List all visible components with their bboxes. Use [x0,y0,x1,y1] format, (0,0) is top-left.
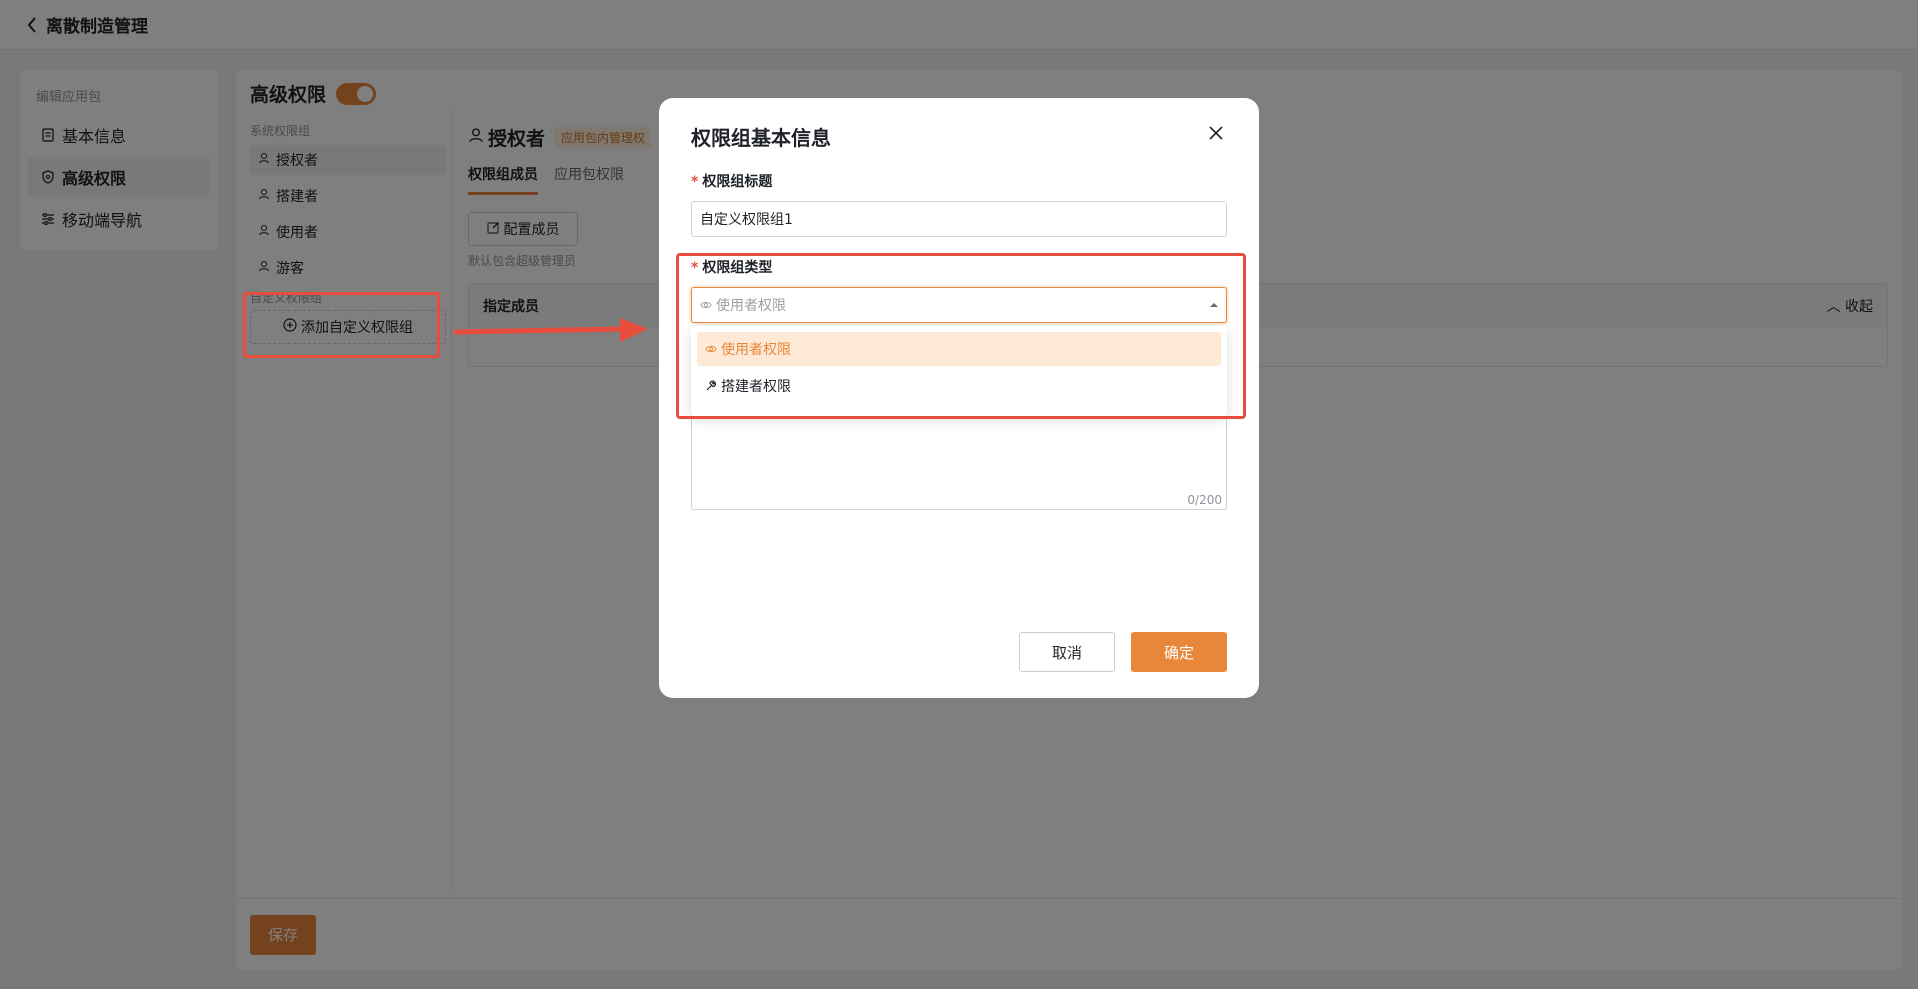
group-name-input[interactable]: 自定义权限组1 [691,201,1227,237]
cancel-button[interactable]: 取消 [1019,632,1115,672]
annotation-highlight-box [243,292,440,358]
name-field-label: * 权限组标题 [691,174,773,190]
close-icon[interactable] [1207,124,1225,142]
description-textarea[interactable]: 0/200 [691,416,1227,510]
annotation-highlight-box [676,253,1246,419]
dialog-title: 权限组基本信息 [691,126,831,150]
permission-group-dialog: 权限组基本信息 * 权限组标题 自定义权限组1 * 权限组类型 使用者权限 0/20… [659,98,1259,698]
annotation-arrow-icon [453,318,648,342]
char-count: 0/200 [1187,493,1222,507]
confirm-button[interactable]: 确定 [1131,632,1227,672]
required-mark: * [691,174,699,190]
